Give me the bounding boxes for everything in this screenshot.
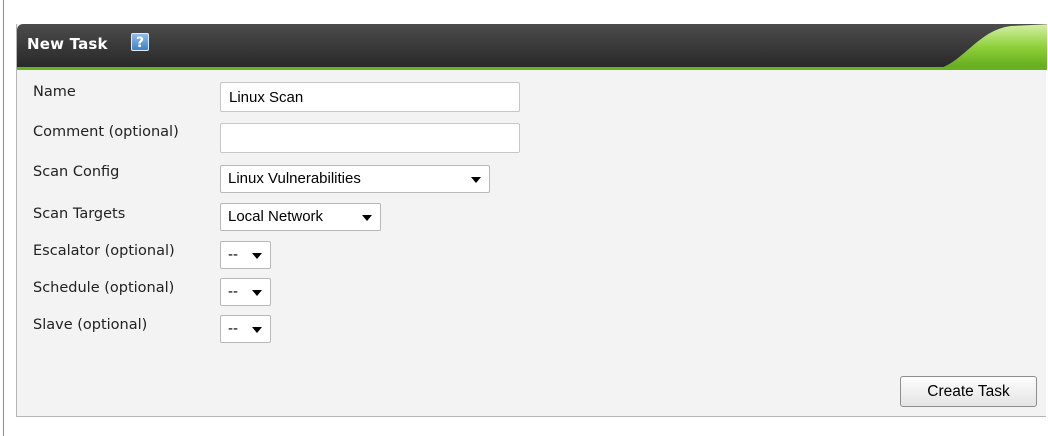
chevron-down-icon <box>252 327 262 333</box>
slave-row: Slave (optional) -- <box>17 314 717 344</box>
slave-label: Slave (optional) <box>33 317 148 333</box>
schedule-row: Schedule (optional) -- <box>17 277 717 307</box>
schedule-select[interactable]: -- <box>220 278 271 306</box>
name-input[interactable]: Linux Scan <box>220 82 520 112</box>
scan-targets-row: Scan Targets Local Network <box>17 202 717 232</box>
name-label: Name <box>33 84 76 100</box>
chevron-down-icon <box>252 290 262 296</box>
chevron-down-icon <box>362 215 372 221</box>
header-swoosh-decoration <box>931 24 1047 70</box>
comment-input[interactable] <box>220 123 520 153</box>
escalator-select[interactable]: -- <box>220 241 271 269</box>
new-task-panel: New Task ? Name Linux Scan Comment (opti… <box>16 24 1047 417</box>
scan-config-label: Scan Config <box>33 164 120 180</box>
chevron-down-icon <box>471 177 481 183</box>
escalator-row: Escalator (optional) -- <box>17 240 717 270</box>
schedule-value: -- <box>228 283 238 300</box>
escalator-label: Escalator (optional) <box>33 243 175 259</box>
scan-targets-label: Scan Targets <box>33 206 126 222</box>
slave-value: -- <box>228 320 238 337</box>
comment-label: Comment (optional) <box>33 124 179 140</box>
slave-select[interactable]: -- <box>220 315 271 343</box>
help-icon[interactable]: ? <box>131 33 149 51</box>
scan-config-select[interactable]: Linux Vulnerabilities <box>220 165 490 193</box>
escalator-value: -- <box>228 246 238 263</box>
chevron-down-icon <box>252 253 262 259</box>
name-row: Name Linux Scan <box>17 82 717 112</box>
panel-header: New Task ? <box>17 24 1047 70</box>
schedule-label: Schedule (optional) <box>33 280 175 296</box>
scan-targets-value: Local Network <box>228 208 324 225</box>
scan-config-row: Scan Config Linux Vulnerabilities <box>17 164 717 194</box>
window-edge <box>3 0 4 436</box>
panel-title: New Task <box>27 35 108 53</box>
comment-row: Comment (optional) <box>17 123 717 153</box>
scan-targets-select[interactable]: Local Network <box>220 203 381 231</box>
create-task-button[interactable]: Create Task <box>900 376 1037 407</box>
scan-config-value: Linux Vulnerabilities <box>228 170 361 187</box>
header-accent-stripe <box>17 67 1047 70</box>
